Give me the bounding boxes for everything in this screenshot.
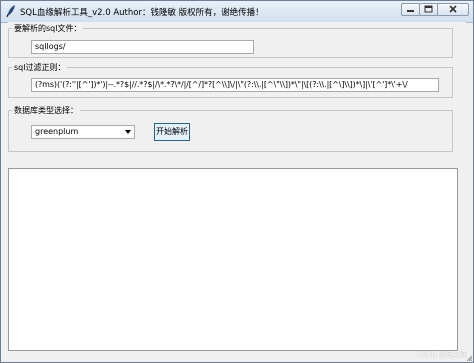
sql-file-input[interactable]: sqllogs/: [31, 40, 254, 54]
client-area: 要解析的sql文件： sqllogs/ sql过滤正则： (?ms)('(?:'…: [8, 22, 466, 355]
window-title: SQL血缘解析工具_v2.0 Author：钱隆敏 版权所有，谢绝传播！: [20, 8, 264, 18]
title-bar[interactable]: SQL血缘解析工具_v2.0 Author：钱隆敏 版权所有，谢绝传播！: [1, 1, 473, 23]
sql-filter-regex-input[interactable]: (?ms)('(?:''|[^'])*')|--.*?$|//.*?$|/\*.…: [31, 78, 439, 92]
file-group-label: 要解析的sql文件：: [14, 24, 82, 33]
quill-icon: [6, 5, 15, 18]
app-window: SQL血缘解析工具_v2.0 Author：钱隆敏 版权所有，谢绝传播！ 要解析…: [0, 0, 474, 363]
minimize-icon: [407, 10, 414, 12]
close-button[interactable]: [437, 3, 469, 16]
maximize-button[interactable]: [419, 3, 438, 16]
regex-group-label: sql过滤正则：: [14, 63, 66, 72]
start-parse-button[interactable]: 开始解析: [154, 123, 190, 141]
db-type-select[interactable]: greenplum: [31, 125, 135, 139]
minimize-button[interactable]: [401, 3, 420, 16]
close-icon: [449, 5, 457, 13]
db-type-group-label: 数据库类型选择：: [14, 106, 78, 115]
output-text-area[interactable]: [8, 168, 458, 351]
maximize-icon: [424, 5, 433, 13]
chevron-down-icon[interactable]: [125, 130, 131, 134]
db-type-selected-value: greenplum: [35, 127, 79, 136]
watermark: CSDN @马云师: [416, 351, 467, 359]
